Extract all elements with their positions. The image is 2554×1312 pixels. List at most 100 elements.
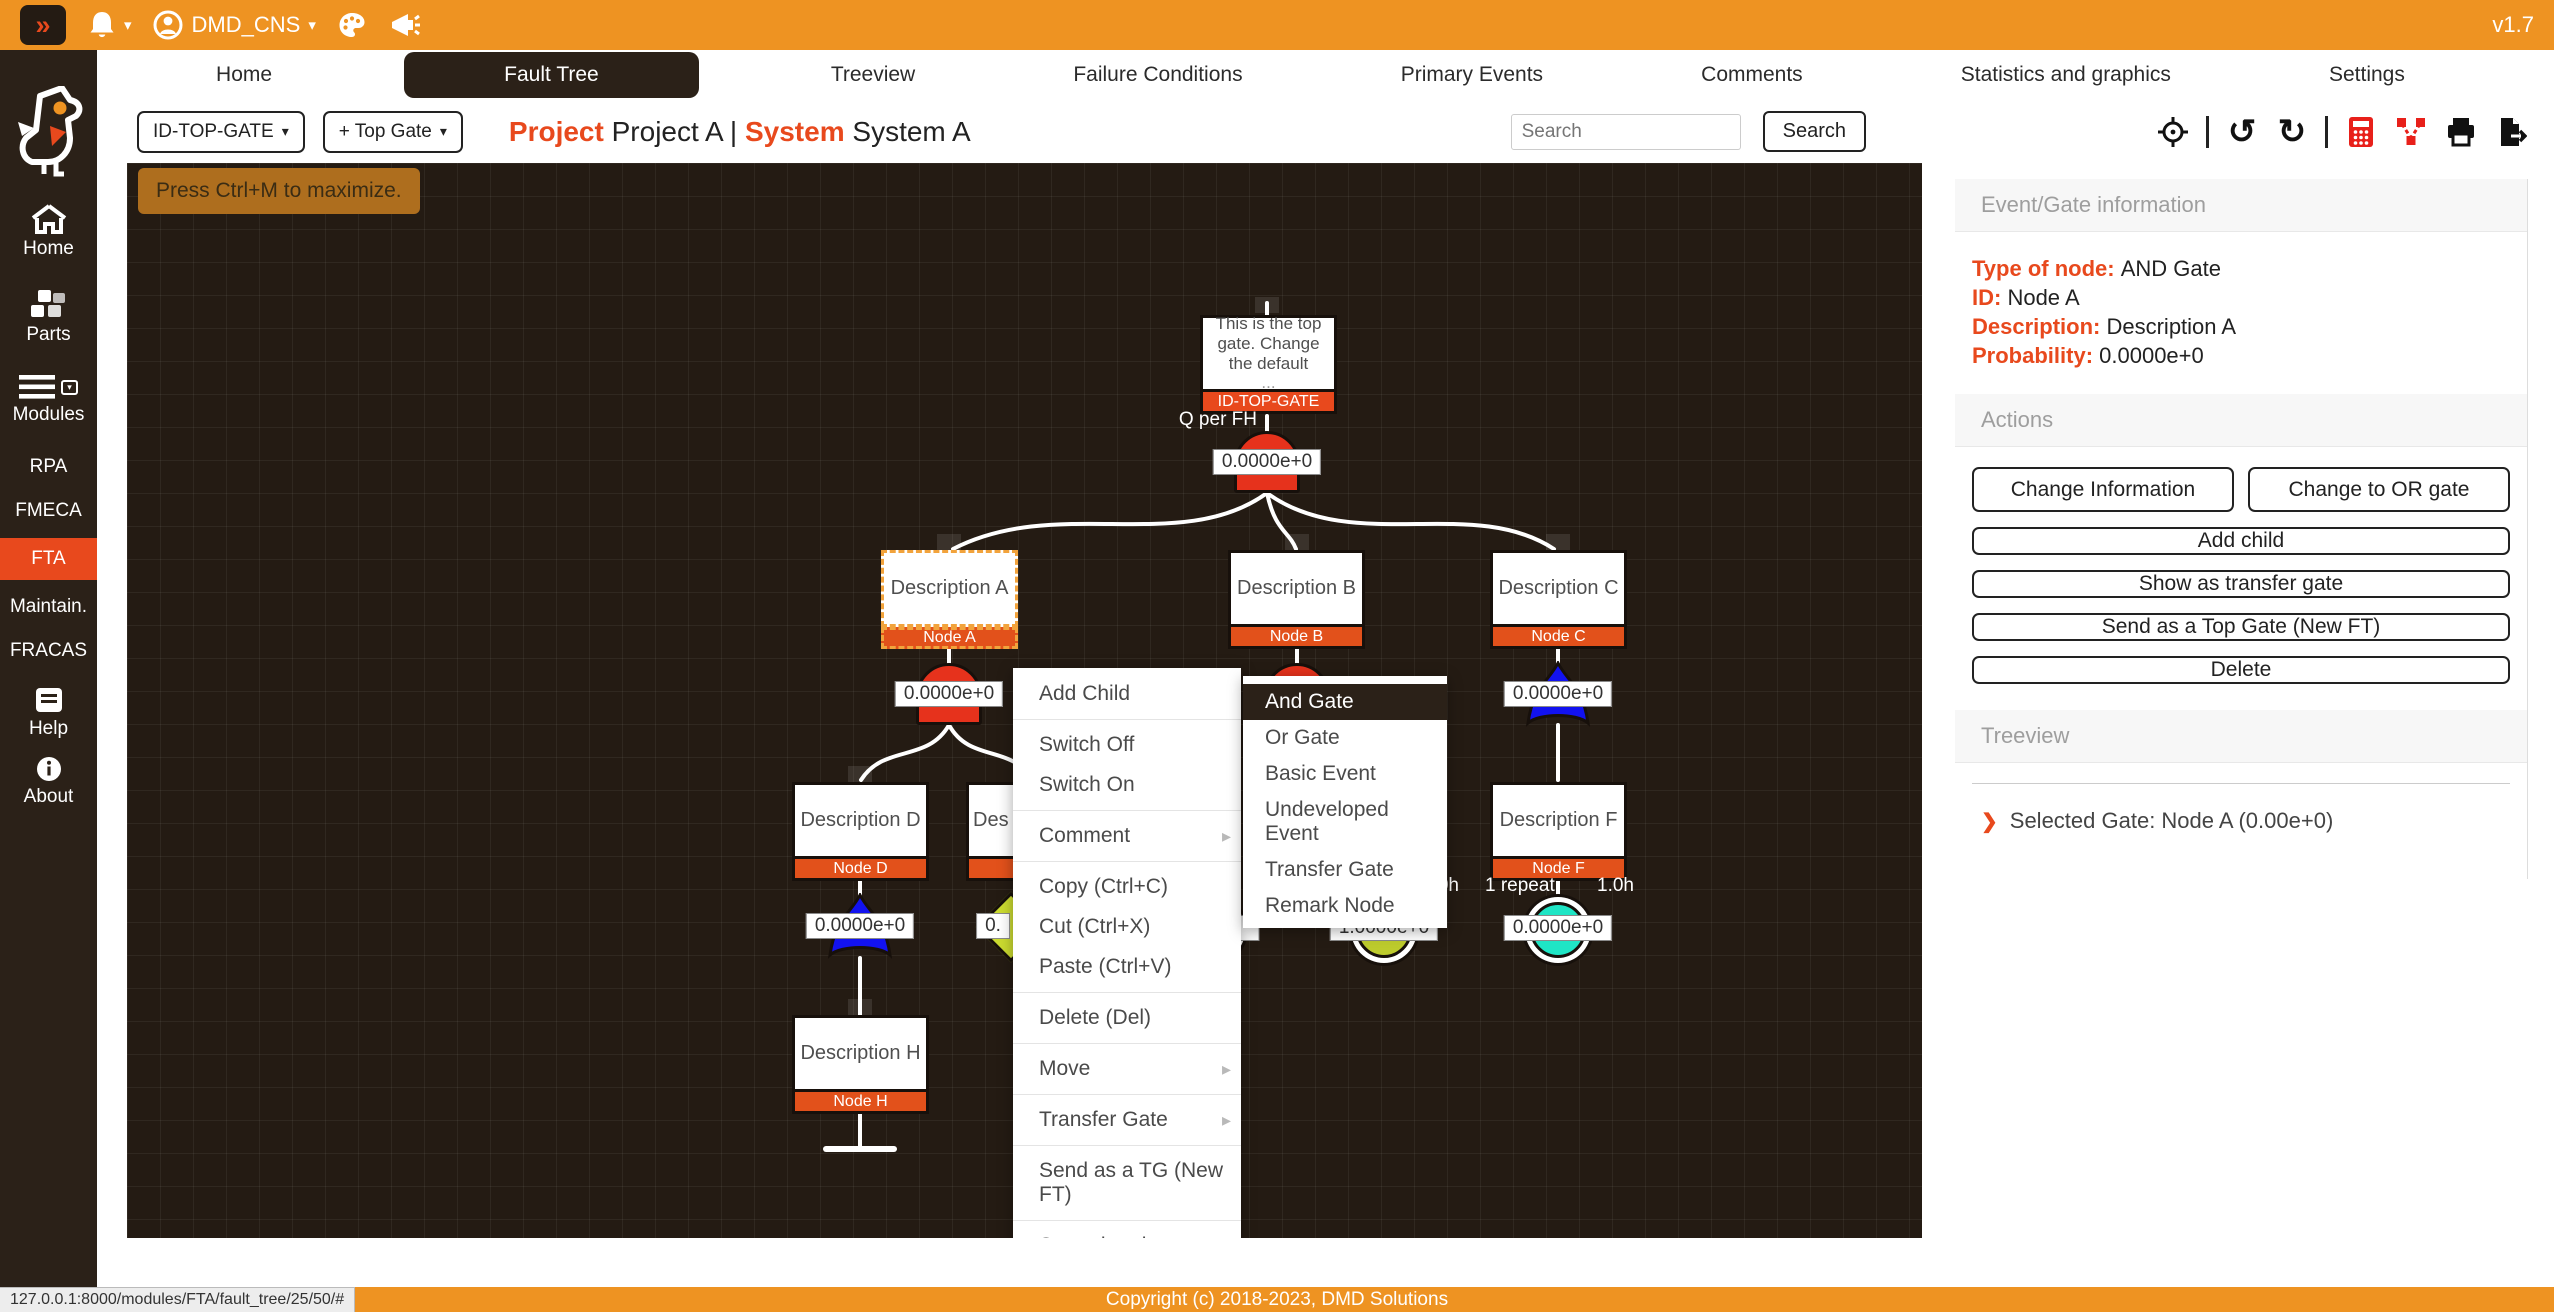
menu-item-see-related-parents[interactable]: See related parents: [1013, 1226, 1241, 1238]
submenu-item-transfer-gate[interactable]: Transfer Gate: [1243, 852, 1447, 888]
center-view-button[interactable]: [2156, 115, 2190, 149]
add-top-gate-dropdown[interactable]: + Top Gate ▾: [323, 111, 463, 153]
user-caret-icon: ▾: [308, 16, 316, 34]
change-information-button[interactable]: Change Information: [1972, 467, 2234, 512]
submenu-item-remark-node[interactable]: Remark Node: [1243, 888, 1447, 924]
theme-button[interactable]: [336, 9, 368, 41]
submenu-arrow-icon: ▸: [1222, 826, 1231, 847]
drag-handle[interactable]: [848, 766, 872, 782]
user-icon: [152, 9, 184, 41]
submenu-item-undeveloped-event[interactable]: Undeveloped Event: [1243, 792, 1447, 852]
send-as-top-gate-button[interactable]: Send as a Top Gate (New FT): [1972, 613, 2510, 641]
tab-treeview[interactable]: Treeview: [805, 53, 941, 97]
sidebar-item-help[interactable]: Help: [0, 686, 97, 740]
search-input[interactable]: [1511, 114, 1741, 150]
drag-handle[interactable]: [937, 534, 961, 550]
sidebar-item-rpa[interactable]: RPA: [0, 450, 97, 484]
home-icon: [31, 204, 67, 234]
tab-primary-events[interactable]: Primary Events: [1375, 53, 1569, 97]
menu-item-move[interactable]: Move▸: [1013, 1049, 1241, 1089]
node-a[interactable]: Description A Node A: [881, 550, 1018, 649]
calculate-button[interactable]: [2344, 115, 2378, 149]
file-export-icon: [2495, 116, 2527, 148]
sidebar-expand-button[interactable]: »: [20, 5, 66, 45]
drag-handle[interactable]: [848, 999, 872, 1015]
export-button[interactable]: [2494, 115, 2528, 149]
menu-item-cut[interactable]: Cut (Ctrl+X): [1013, 907, 1241, 947]
cutsets-button[interactable]: [2394, 115, 2428, 149]
node-b[interactable]: Description B Node B: [1228, 550, 1365, 649]
sidebar-item-label: Maintain.: [10, 596, 87, 618]
sidebar-item-about[interactable]: About: [0, 756, 97, 808]
treeview-selected-gate[interactable]: ❯ Selected Gate: Node A (0.00e+0): [1981, 808, 2527, 834]
menu-item-delete[interactable]: Delete (Del): [1013, 998, 1241, 1038]
sidebar-item-parts[interactable]: Parts: [0, 288, 97, 346]
sidebar-item-fmeca[interactable]: FMECA: [0, 494, 97, 528]
node-d[interactable]: Description D Node D: [792, 782, 929, 881]
submenu-item-or-gate[interactable]: Or Gate: [1243, 720, 1447, 756]
system-label: System: [745, 116, 845, 147]
drag-handle[interactable]: [1546, 534, 1570, 550]
menu-item-copy[interactable]: Copy (Ctrl+C): [1013, 867, 1241, 907]
submenu-item-basic-event[interactable]: Basic Event: [1243, 756, 1447, 792]
menu-separator: [1013, 1220, 1241, 1221]
delete-button[interactable]: Delete: [1972, 656, 2510, 684]
megaphone-icon: [388, 9, 422, 41]
node-h[interactable]: Description H Node H: [792, 1015, 929, 1114]
tab-statistics[interactable]: Statistics and graphics: [1935, 53, 2197, 97]
show-as-transfer-gate-button[interactable]: Show as transfer gate: [1972, 570, 2510, 598]
repeat-label: 1 repeat: [1485, 875, 1555, 897]
menu-separator: [1013, 810, 1241, 811]
node-c[interactable]: Description C Node C: [1490, 550, 1627, 649]
node-top-gate[interactable]: This is the top gate. Change the default…: [1200, 315, 1337, 414]
gate-select-dropdown[interactable]: ID-TOP-GATE ▾: [137, 111, 305, 153]
menu-item-comment[interactable]: Comment▸: [1013, 816, 1241, 856]
tab-fault-tree[interactable]: Fault Tree: [404, 52, 699, 98]
menu-item-label: Delete (Del): [1039, 1006, 1151, 1030]
user-menu[interactable]: DMD_CNS ▾: [152, 9, 316, 41]
bell-caret-icon: ▾: [124, 16, 132, 34]
tab-failure-conditions[interactable]: Failure Conditions: [1047, 53, 1268, 97]
announcements-button[interactable]: [388, 9, 422, 41]
treeview-item-label: Selected Gate: Node A (0.00e+0): [2010, 808, 2334, 834]
menu-item-transfer-gate[interactable]: Transfer Gate▸: [1013, 1100, 1241, 1140]
menu-item-paste[interactable]: Paste (Ctrl+V): [1013, 947, 1241, 987]
add-child-button[interactable]: Add child: [1972, 527, 2510, 555]
sidebar-item-fracas[interactable]: FRACAS: [0, 634, 97, 668]
undo-button[interactable]: ↺: [2225, 115, 2259, 149]
change-to-or-gate-button[interactable]: Change to OR gate: [2248, 467, 2510, 512]
menu-separator: [1013, 1043, 1241, 1044]
redo-button[interactable]: ↻: [2275, 115, 2309, 149]
menu-item-send-as-tg[interactable]: Send as a TG (New FT): [1013, 1151, 1241, 1215]
tab-home[interactable]: Home: [190, 53, 298, 97]
node-description: Description H: [792, 1015, 929, 1092]
sidebar-item-modules[interactable]: ▾ Modules: [0, 374, 97, 426]
drag-handle[interactable]: [1255, 297, 1279, 313]
tab-comments[interactable]: Comments: [1675, 53, 1829, 97]
gate-info: Type of nodeAND Gate IDNode A Descriptio…: [1955, 232, 2527, 394]
drag-handle[interactable]: [1285, 534, 1309, 550]
search-button[interactable]: Search: [1763, 111, 1866, 152]
menu-item-label: Send as a TG (New FT): [1039, 1159, 1231, 1207]
menu-item-switch-off[interactable]: Switch Off: [1013, 725, 1241, 765]
submenu-item-and-gate[interactable]: And Gate: [1243, 684, 1447, 720]
sidebar-item-label: Home: [23, 238, 74, 260]
print-button[interactable]: [2444, 115, 2478, 149]
sidebar-item-fta[interactable]: FTA: [0, 538, 97, 580]
sidebar-item-home[interactable]: Home: [0, 204, 97, 260]
menu-item-add-child[interactable]: Add Child: [1013, 674, 1241, 714]
node-description: This is the top gate. Change the default: [1205, 314, 1332, 373]
fault-tree-canvas[interactable]: Press Ctrl+M to maximize. This is the to…: [127, 163, 1922, 1238]
crosshair-icon: [2157, 116, 2189, 148]
sidebar-item-maintain[interactable]: Maintain.: [0, 590, 97, 624]
menu-item-switch-on[interactable]: Switch On: [1013, 765, 1241, 805]
sidebar-item-label: RPA: [30, 456, 68, 478]
sidebar-item-label: Help: [29, 718, 68, 740]
notifications-button[interactable]: ▾: [86, 9, 132, 41]
node-description: Description A: [881, 550, 1018, 627]
tab-settings[interactable]: Settings: [2303, 53, 2431, 97]
node-f[interactable]: Description F Node F: [1490, 782, 1627, 881]
menu-separator: [1013, 992, 1241, 993]
sidebar-item-label: FMECA: [15, 500, 82, 522]
modules-caret-icon: ▾: [61, 380, 78, 395]
